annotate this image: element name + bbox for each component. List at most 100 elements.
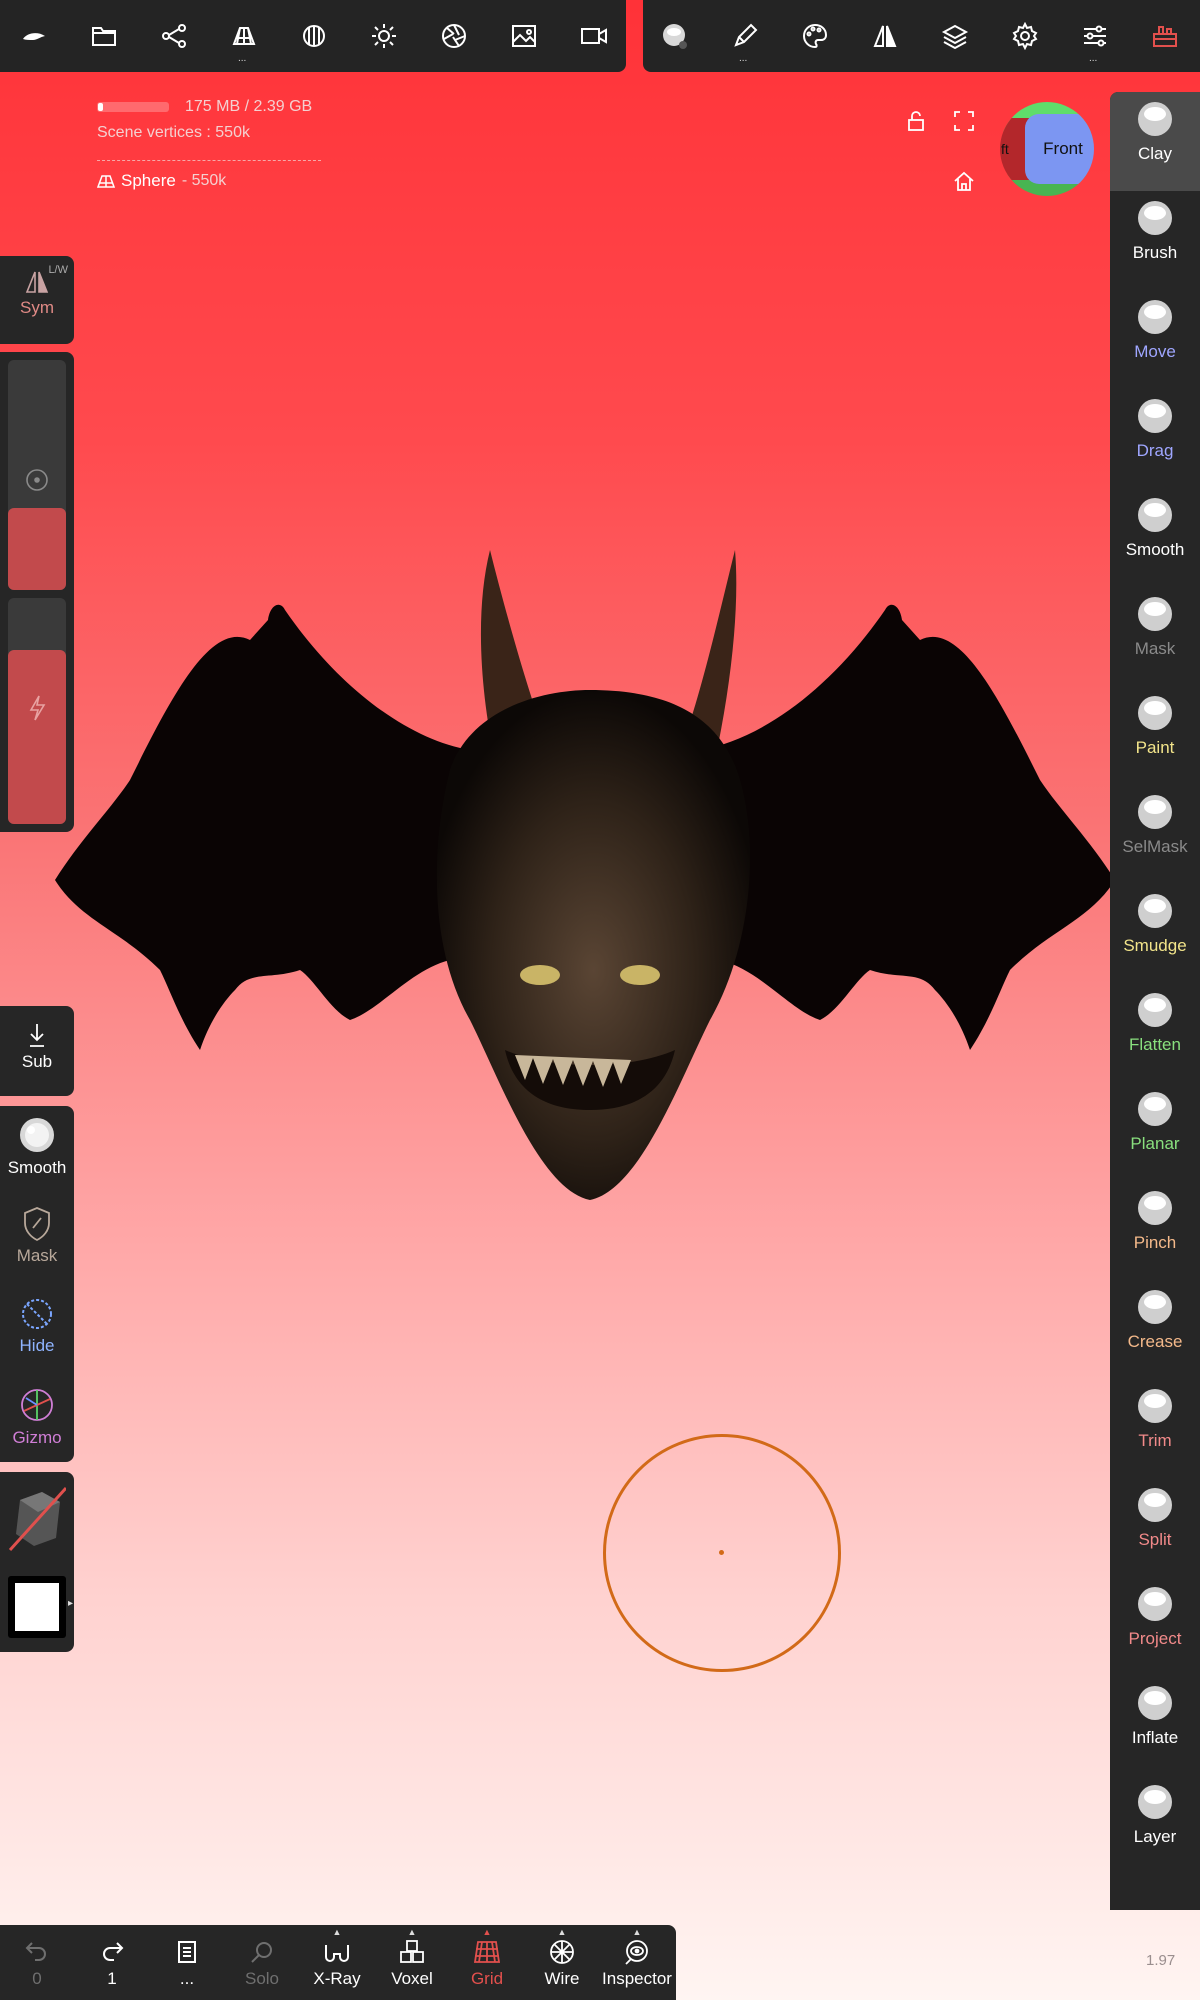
tool-pinch[interactable]: Pinch [1110, 1181, 1200, 1280]
smudge-tool-icon [1134, 890, 1176, 932]
lock-icon[interactable] [901, 106, 931, 136]
undo-button[interactable]: 0 [0, 1939, 74, 1989]
hide-quick-label: Hide [19, 1336, 55, 1355]
intensity-slider[interactable] [8, 598, 66, 824]
tool-label: Inflate [1131, 1728, 1179, 1747]
radius-icon [26, 469, 48, 491]
sub-button[interactable]: Sub [0, 1022, 74, 1072]
gear-icon[interactable] [1005, 16, 1045, 56]
demon-bat-sculpt[interactable] [50, 550, 1120, 1210]
bottom-toolbar: 0 1 ... Solo ▲ X-Ray ▲ Voxel ▲ Grid ▲ Wi… [0, 1925, 676, 2000]
pen-stroke-icon[interactable]: ... [725, 16, 765, 64]
sub-panel: Sub [0, 1006, 74, 1096]
memory-usage: 175 MB / 2.39 GB [185, 98, 313, 115]
radius-slider[interactable] [8, 360, 66, 590]
tool-brush[interactable]: Brush [1110, 191, 1200, 290]
voxel-button[interactable]: ▲ Voxel [375, 1927, 449, 1989]
wire-button[interactable]: ▲ Wire [525, 1927, 599, 1989]
scene-vertices: Scene vertices : 550k [97, 124, 250, 141]
color-swatch-fill [15, 1583, 59, 1631]
view-cube[interactable]: ft Front [1000, 102, 1094, 196]
color-swatch[interactable] [8, 1576, 66, 1638]
palette-icon[interactable] [795, 16, 835, 56]
tool-settings-icon[interactable] [655, 16, 695, 56]
split-tool-icon [1134, 1484, 1176, 1526]
inspector-button[interactable]: ▲ Inspector [600, 1927, 674, 1989]
video-icon[interactable] [574, 16, 614, 56]
folder-icon[interactable] [84, 16, 124, 56]
slider-panel [0, 352, 74, 832]
symmetry-panel: Sym L/W [0, 256, 74, 344]
sun-light-icon[interactable] [364, 16, 404, 56]
matcap-button[interactable] [8, 1480, 68, 1552]
solo-label: Solo [244, 1969, 280, 1988]
tool-trim[interactable]: Trim [1110, 1379, 1200, 1478]
quick-tools-panel: Smooth Mask Hide Gizmo [0, 1106, 74, 1462]
solo-button[interactable]: Solo [225, 1939, 299, 1989]
history-button[interactable]: ... [150, 1939, 224, 1989]
app-version: 1.97 [1146, 1952, 1176, 1969]
drag-tool-icon [1134, 395, 1176, 437]
tool-clay[interactable]: Clay [1110, 92, 1200, 191]
mesh-icon[interactable]: ... [224, 16, 264, 64]
project-tool-icon [1134, 1583, 1176, 1625]
xray-glasses-icon [325, 1945, 349, 1962]
sliders-icon[interactable]: ... [1075, 16, 1115, 64]
scene-tree-icon[interactable] [154, 16, 194, 56]
tool-planar[interactable]: Planar [1110, 1082, 1200, 1181]
image-icon[interactable] [504, 16, 544, 56]
xray-button[interactable]: ▲ X-Ray [300, 1927, 374, 1989]
grid-button[interactable]: ▲ Grid [450, 1927, 524, 1989]
tool-move[interactable]: Move [1110, 290, 1200, 389]
matcap-cube-icon [8, 1486, 68, 1552]
toolbox-icon[interactable] [1145, 16, 1185, 56]
voxel-cubes-icon [400, 1940, 424, 1963]
caret-up-icon: ▲ [482, 1927, 492, 1937]
left-wing [55, 604, 470, 1050]
tool-label: Planar [1130, 1134, 1180, 1153]
sym-button[interactable]: Sym [0, 270, 74, 318]
home-icon[interactable] [949, 166, 979, 196]
material-sphere-icon[interactable] [294, 16, 334, 56]
tool-paint[interactable]: Paint [1110, 686, 1200, 785]
mask-quick-button[interactable]: Mask [0, 1206, 74, 1266]
scene-info: 175 MB / 2.39 GB Scene vertices : 550k S… [97, 94, 321, 191]
fullscreen-icon[interactable] [949, 106, 979, 136]
lightning-icon [29, 695, 46, 721]
tool-flatten[interactable]: Flatten [1110, 983, 1200, 1082]
redo-count: 1 [107, 1969, 117, 1988]
tool-label: Brush [1132, 243, 1178, 262]
gizmo-quick-button[interactable]: Gizmo [0, 1386, 74, 1448]
smooth-icon [20, 1118, 54, 1152]
tool-inflate[interactable]: Inflate [1110, 1676, 1200, 1775]
tool-selmask[interactable]: SelMask [1110, 785, 1200, 884]
layers-icon[interactable] [935, 16, 975, 56]
tool-split[interactable]: Split [1110, 1478, 1200, 1577]
tool-project[interactable]: Project [1110, 1577, 1200, 1676]
smooth-quick-label: Smooth [7, 1158, 67, 1177]
logo-icon[interactable] [14, 16, 54, 56]
smooth-quick-button[interactable]: Smooth [0, 1116, 74, 1178]
redo-button[interactable]: 1 [75, 1939, 149, 1989]
symmetry-icon[interactable] [865, 16, 905, 56]
layer-tool-icon [1134, 1781, 1176, 1823]
wire-label: Wire [544, 1969, 580, 1988]
tool-layer[interactable]: Layer [1110, 1775, 1200, 1874]
tool-smudge[interactable]: Smudge [1110, 884, 1200, 983]
tool-drag[interactable]: Drag [1110, 389, 1200, 488]
mesh-item[interactable]: Sphere - 550k [97, 171, 321, 191]
tool-crease[interactable]: Crease [1110, 1280, 1200, 1379]
hide-quick-button[interactable]: Hide [0, 1296, 74, 1356]
tool-label: Trim [1138, 1431, 1172, 1450]
camera-aperture-icon[interactable] [434, 16, 474, 56]
more-dots: ... [1089, 53, 1098, 64]
hide-icon [22, 1299, 52, 1329]
tool-mask[interactable]: Mask [1110, 587, 1200, 686]
tool-label: Split [1138, 1530, 1172, 1549]
symmetry-small-icon [25, 271, 49, 293]
selmask-tool-icon [1134, 791, 1176, 833]
chevron-right-icon: ▸ [68, 1598, 74, 1609]
tool-smooth[interactable]: Smooth [1110, 488, 1200, 587]
info-divider [97, 160, 321, 161]
view-cube-front[interactable]: Front [1025, 114, 1094, 184]
